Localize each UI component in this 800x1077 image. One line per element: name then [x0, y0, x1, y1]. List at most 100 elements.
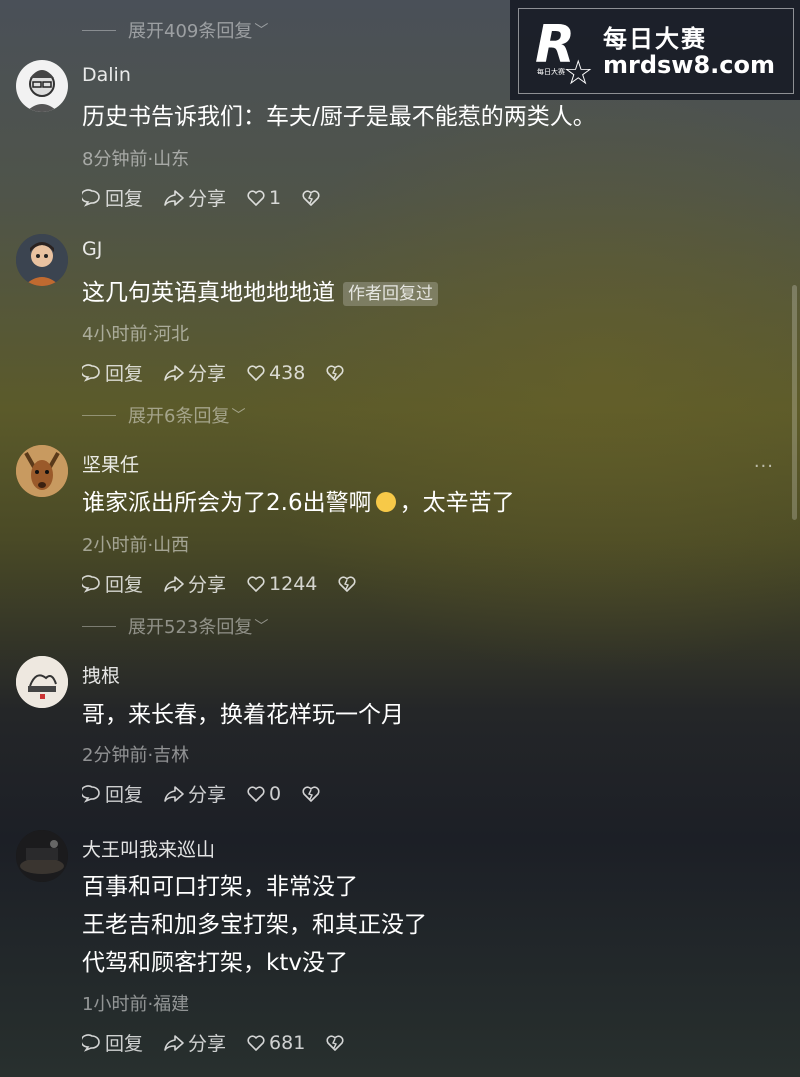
comment-text: 历史书告诉我们：车夫/厨子是最不能惹的两类人。	[82, 104, 596, 130]
dislike-button[interactable]	[325, 363, 348, 383]
like-count: 681	[269, 1031, 306, 1054]
reply-label: 回复	[105, 784, 144, 806]
like-button[interactable]: 681	[246, 1032, 305, 1054]
reply-label: 回复	[105, 363, 144, 385]
expand-replies[interactable]: 展开6条回复 ﹀	[82, 402, 245, 428]
reply-label: 回复	[105, 574, 144, 596]
reply-button[interactable]: 回复	[82, 359, 143, 386]
heart-icon	[247, 364, 265, 381]
share-icon	[164, 785, 184, 802]
reply-icon	[82, 574, 100, 593]
broken-heart-icon	[338, 575, 356, 592]
share-button[interactable]: 分享	[163, 184, 226, 211]
like-button[interactable]: 0	[246, 783, 281, 805]
username[interactable]: 坚果任	[82, 450, 139, 477]
expand-replies[interactable]: 展开523条回复 ﹀	[82, 613, 268, 639]
scrollbar[interactable]	[792, 285, 797, 520]
reply-button[interactable]: 回复	[82, 1029, 143, 1056]
comment-text: 谁家派出所会为了2.6出警啊 ，太辛苦了	[82, 484, 515, 522]
broken-heart-icon	[326, 364, 344, 381]
comment-text: 哥，来长春，换着花样玩一个月	[82, 702, 404, 728]
avatar[interactable]	[16, 830, 68, 882]
divider	[82, 625, 116, 627]
comment-text: 这几句英语真地地地地道 作者回复过	[82, 274, 438, 312]
comment-actions: 回复 分享 0	[82, 780, 344, 807]
share-button[interactable]: 分享	[163, 359, 226, 386]
share-icon	[164, 575, 184, 592]
reply-label: 回复	[105, 188, 144, 210]
comment-meta: 1小时前·福建	[82, 994, 190, 1015]
divider	[82, 29, 116, 31]
expand-replies-label: 展开6条回复	[128, 406, 230, 427]
reply-label: 回复	[105, 1033, 144, 1055]
share-button[interactable]: 分享	[163, 1029, 226, 1056]
comment-actions: 回复 分享 1244	[82, 570, 380, 597]
expand-replies[interactable]: 展开409条回复 ﹀	[82, 17, 268, 43]
dislike-button[interactable]	[325, 1033, 348, 1053]
comment-meta: 4小时前·河北	[82, 324, 190, 345]
like-count: 438	[269, 361, 306, 384]
watermark-site: mrdsw8.com	[603, 51, 776, 79]
share-label: 分享	[188, 574, 227, 596]
like-count: 0	[269, 782, 282, 805]
comment-text-part: ，太辛苦了	[399, 490, 515, 516]
comment-text-line: 这几句英语真地地地地道	[82, 280, 335, 306]
avatar[interactable]	[16, 445, 68, 497]
like-count: 1244	[269, 572, 318, 595]
heart-icon	[247, 1034, 265, 1051]
share-label: 分享	[188, 784, 227, 806]
comment-actions: 回复 分享 438	[82, 359, 368, 386]
divider	[82, 414, 116, 416]
username[interactable]: GJ	[82, 238, 102, 260]
comment-text-line: 王老吉和加多宝打架，和其正没了	[82, 912, 427, 938]
chevron-down-icon: ﹀	[254, 23, 269, 39]
star-icon: ☆	[563, 53, 594, 93]
more-options-button[interactable]: ···	[754, 456, 774, 477]
heart-icon	[247, 785, 265, 802]
emoji-icon	[375, 491, 396, 512]
comment-meta: 8分钟前·山东	[82, 149, 190, 170]
username[interactable]: 拽根	[82, 661, 120, 688]
reply-button[interactable]: 回复	[82, 184, 143, 211]
heart-icon	[247, 575, 265, 592]
author-replied-badge: 作者回复过	[343, 281, 438, 306]
watermark-logo-small: 每日大赛	[537, 68, 565, 76]
like-button[interactable]: 1	[246, 187, 281, 209]
chevron-down-icon: ﹀	[231, 408, 246, 424]
broken-heart-icon	[302, 785, 320, 802]
heart-icon	[247, 189, 265, 206]
share-label: 分享	[188, 188, 227, 210]
username[interactable]: 大王叫我来巡山	[82, 835, 215, 862]
like-button[interactable]: 1244	[246, 573, 317, 595]
watermark-frame: R ☆ 每日大赛 每日大赛 mrdsw8.com	[518, 8, 794, 94]
share-button[interactable]: 分享	[163, 570, 226, 597]
comment-meta: 2小时前·山西	[82, 535, 190, 556]
comment-text-line: 百事和可口打架，非常没了	[82, 874, 358, 900]
reply-icon	[82, 1033, 100, 1052]
expand-replies-label: 展开523条回复	[128, 617, 253, 638]
comment-meta: 2分钟前·吉林	[82, 745, 190, 766]
avatar[interactable]	[16, 60, 68, 112]
username[interactable]: Dalin	[82, 64, 131, 86]
reply-icon	[82, 188, 100, 207]
share-icon	[164, 189, 184, 206]
reply-button[interactable]: 回复	[82, 780, 143, 807]
avatar[interactable]	[16, 656, 68, 708]
avatar[interactable]	[16, 234, 68, 286]
chevron-down-icon: ﹀	[254, 619, 269, 635]
like-button[interactable]: 438	[246, 362, 305, 384]
expand-replies-label: 展开409条回复	[128, 21, 253, 42]
like-count: 1	[269, 186, 282, 209]
comment-text-line: 代驾和顾客打架，ktv没了	[82, 950, 348, 976]
comment-text: 百事和可口打架，非常没了 王老吉和加多宝打架，和其正没了 代驾和顾客打架，ktv…	[82, 868, 427, 982]
dislike-button[interactable]	[337, 574, 360, 594]
dislike-button[interactable]	[301, 784, 324, 804]
share-label: 分享	[188, 1033, 227, 1055]
reply-button[interactable]: 回复	[82, 570, 143, 597]
comment-actions: 回复 分享 681	[82, 1029, 368, 1056]
comment-actions: 回复 分享 1	[82, 184, 344, 211]
share-button[interactable]: 分享	[163, 780, 226, 807]
reply-icon	[82, 363, 100, 382]
broken-heart-icon	[326, 1034, 344, 1051]
dislike-button[interactable]	[301, 188, 324, 208]
